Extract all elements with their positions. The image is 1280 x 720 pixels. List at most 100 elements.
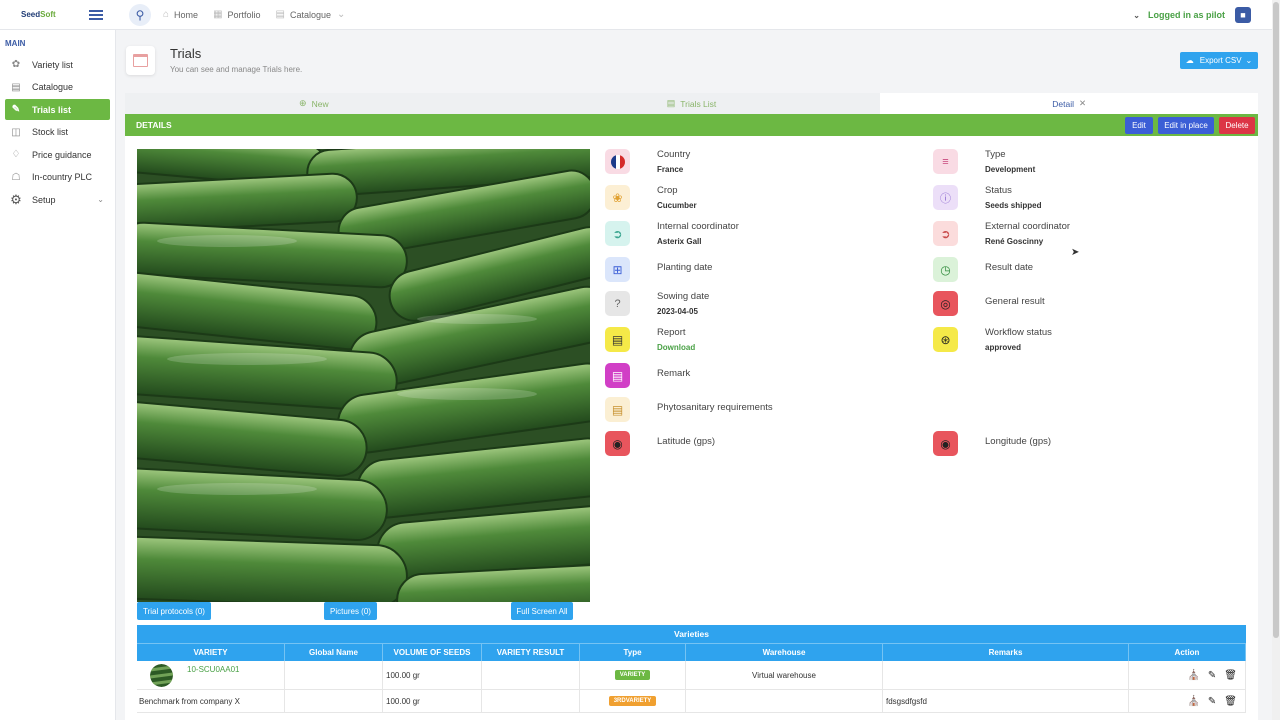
search-icon[interactable]: ⚲ <box>129 3 151 26</box>
edit-button[interactable]: Edit <box>1125 117 1153 134</box>
workflow-icon: ⊛ <box>933 327 958 352</box>
sidebar-item-in-country-plc[interactable]: ☖ In-country PLC <box>5 167 110 188</box>
tab-trials-list[interactable]: ▤ Trials List <box>502 93 881 114</box>
gear-icon: ⚙ <box>10 191 22 207</box>
sign-out-icon: ➲ <box>605 221 630 246</box>
varieties-header-row: VARIETY Global Name VOLUME OF SEEDS VARI… <box>137 643 1246 661</box>
internal-coordinator-label: Internal coordinator <box>657 221 739 232</box>
report-download-link[interactable]: Download <box>657 343 695 352</box>
crop-label: Crop <box>657 185 678 196</box>
calendar-question-icon: ? <box>605 291 630 316</box>
breadcrumb-catalogue[interactable]: ▤ Catalogue ⌄ <box>276 9 346 20</box>
delete-button[interactable]: Delete <box>1219 117 1255 134</box>
trial-photo[interactable] <box>137 149 590 602</box>
pictures-button[interactable]: Pictures (0) <box>324 602 377 620</box>
breadcrumb-home[interactable]: ⌂ Home <box>163 9 198 20</box>
edit-icon[interactable]: ✎ <box>1208 670 1216 681</box>
country-value: France <box>657 165 684 174</box>
chevron-down-icon: ⌄ <box>337 9 346 20</box>
remarks-cell: fdsgsdfgsfd <box>883 690 1129 712</box>
varieties-title: Varieties <box>137 625 1246 643</box>
column-header-variety[interactable]: VARIETY <box>137 644 285 661</box>
info-icon: ⓘ <box>933 185 958 210</box>
sign-in-icon: ➲ <box>933 221 958 246</box>
column-header-remarks[interactable]: Remarks <box>883 644 1129 661</box>
sidebar-item-setup[interactable]: ⚙ Setup ⌄ <box>5 189 110 210</box>
sowing-date-label: Sowing date <box>657 291 710 302</box>
crop-value: Cucumber <box>657 201 697 210</box>
sliders-icon: ≡ <box>933 149 958 174</box>
database-icon: ◫ <box>11 126 21 138</box>
edit-in-place-button[interactable]: Edit in place <box>1158 117 1214 134</box>
volume-cell: 100.00 gr <box>383 690 482 712</box>
full-screen-button[interactable]: Full Screen All <box>511 602 573 620</box>
plus-circle-icon: ⊕ <box>299 98 307 108</box>
column-header-result[interactable]: VARIETY RESULT <box>482 644 580 661</box>
sidebar-item-trials-list[interactable]: ✎ Trials list <box>5 99 110 120</box>
warehouse-cell <box>686 690 883 712</box>
column-header-global-name[interactable]: Global Name <box>285 644 383 661</box>
tag-icon: ♢ <box>11 149 21 160</box>
edit-icon[interactable]: ✎ <box>1208 696 1216 707</box>
warehouse-icon[interactable]: ⛪ <box>1187 670 1199 681</box>
warehouse-icon[interactable]: ⛪ <box>1187 696 1199 707</box>
report-label: Report <box>657 327 686 338</box>
variety-thumbnail[interactable] <box>150 664 173 687</box>
type-label: Type <box>985 149 1006 160</box>
chevron-down-icon: ⌄ <box>1133 11 1140 20</box>
close-icon[interactable]: ✕ <box>1079 98 1086 109</box>
result-date-label: Result date <box>985 262 1034 273</box>
column-header-warehouse[interactable]: Warehouse <box>686 644 883 661</box>
user-menu[interactable]: ⌄ Logged in as pilot <box>1133 10 1225 20</box>
internal-coordinator-value: Asterix Gall <box>657 237 702 246</box>
phytosanitary-label: Phytosanitary requirements <box>657 402 773 413</box>
sowing-date-value: 2023-04-05 <box>657 307 698 316</box>
trash-icon[interactable]: 🗑 <box>1224 696 1237 707</box>
export-csv-button[interactable]: ☁ Export CSV ⌄ <box>1180 52 1258 69</box>
menu-toggle-icon[interactable] <box>89 8 103 22</box>
sidebar-item-price-guidance[interactable]: ♢ Price guidance <box>5 144 110 165</box>
app-logo[interactable]: SeedSoft <box>0 10 75 19</box>
trial-protocols-button[interactable]: Trial protocols (0) <box>137 602 211 620</box>
variety-link[interactable]: 10-SCU0AA01 <box>187 665 239 674</box>
workflow-status-value: approved <box>985 343 1022 352</box>
user-icon[interactable]: ■ <box>1235 7 1251 23</box>
trash-icon[interactable]: 🗑 <box>1224 670 1237 681</box>
global-name-cell <box>285 690 383 712</box>
cloud-download-icon: ☁ <box>1185 56 1194 65</box>
remarks-cell <box>883 661 1129 689</box>
general-result-label: General result <box>985 296 1045 307</box>
column-header-type[interactable]: Type <box>580 644 686 661</box>
page-subtitle: You can see and manage Trials here. <box>170 65 303 74</box>
breadcrumb-portfolio[interactable]: ▦ Portfolio <box>213 9 260 20</box>
map-pin-icon: ◉ <box>605 431 630 456</box>
document-icon: ▤ <box>605 363 630 388</box>
column-header-volume[interactable]: VOLUME OF SEEDS <box>383 644 482 661</box>
table-row: 10-SCU0AA01 100.00 gr VARIETY Virtual wa… <box>137 661 1246 690</box>
type-badge: 3RDVARIETY <box>608 696 657 706</box>
sidebar-item-catalogue[interactable]: ▤ Catalogue <box>5 77 110 98</box>
file-icon: ▤ <box>605 397 630 422</box>
tab-new[interactable]: ⊕ New <box>125 93 503 114</box>
vertical-scrollbar[interactable] <box>1272 0 1280 720</box>
warehouse-cell: Virtual warehouse <box>686 661 883 689</box>
global-name-cell <box>285 661 383 689</box>
longitude-label: Longitude (gps) <box>985 436 1052 447</box>
sidebar-item-stock-list[interactable]: ◫ Stock list <box>5 122 110 143</box>
latitude-label: Latitude (gps) <box>657 436 716 447</box>
clipboard-icon: ▤ <box>605 327 630 352</box>
map-pin-icon: ◉ <box>933 431 958 456</box>
flag-france-icon <box>605 149 630 174</box>
volume-cell: 100.00 gr <box>383 661 482 689</box>
sidebar-item-variety-list[interactable]: ✿ Variety list <box>5 54 110 75</box>
mouse-cursor: ➤ <box>1071 247 1080 258</box>
column-header-action: Action <box>1129 644 1246 661</box>
country-label: Country <box>657 149 691 160</box>
table-row: Benchmark from company X 100.00 gr 3RDVA… <box>137 690 1246 713</box>
portfolio-icon: ▦ <box>213 9 223 20</box>
status-value: Seeds shipped <box>985 201 1042 210</box>
tab-detail[interactable]: Detail ✕ <box>880 93 1259 114</box>
planting-date-label: Planting date <box>657 262 713 273</box>
home-icon: ⌂ <box>163 9 170 20</box>
type-value: Development <box>985 165 1036 174</box>
